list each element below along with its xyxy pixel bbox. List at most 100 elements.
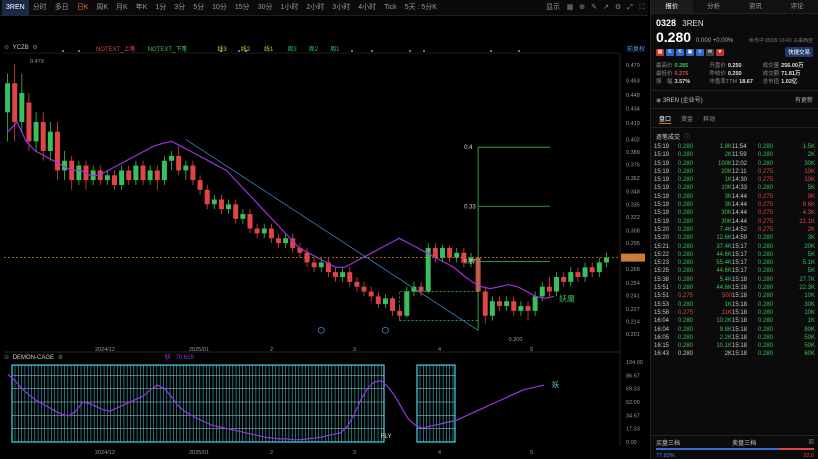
favorite-icon[interactable]: ♥ — [716, 48, 724, 56]
detail-tabs: 盘口 资金 异动 — [651, 109, 818, 128]
stat-value: 3.57% — [674, 79, 691, 85]
period-option[interactable]: 2小时 — [302, 0, 328, 16]
tick-cell: 0.280 — [758, 334, 774, 341]
quote-stat: 成交量 256.00万 — [763, 62, 813, 70]
link-icon[interactable]: ⊕ — [576, 0, 588, 16]
market-status: 休市中 05/09 16:43 马来西亚 — [748, 38, 813, 44]
tab-analysis[interactable]: 分析 — [693, 0, 735, 13]
tick-cell: 10K — [804, 168, 815, 175]
period-option[interactable]: 30分 — [254, 0, 277, 16]
tick-row: 16:15 0.280 10.1K 15:18 0.280 50K — [654, 342, 815, 350]
expand-icon[interactable]: ⤢ — [624, 0, 636, 16]
tick-cell: 0.280 — [678, 285, 694, 292]
period-option[interactable]: 1小时 — [276, 0, 302, 16]
tick-cell: 20K — [721, 168, 732, 175]
tick-cell: 0.275 — [758, 177, 774, 184]
tick-cell: 0.280 — [678, 276, 694, 283]
tick-cell: 30K — [721, 218, 732, 225]
tick-cell: 0.280 — [678, 202, 694, 209]
fullscreen-icon[interactable]: ⛶ — [636, 0, 648, 16]
legend-item[interactable]: NOTEXT_上笔 — [96, 47, 136, 53]
candle-body — [211, 199, 217, 205]
tab-quote[interactable]: 报价 — [651, 0, 693, 13]
alert-icon[interactable]: ✉ — [706, 48, 714, 56]
info-icon[interactable]: ⓘ — [684, 135, 690, 141]
period-option[interactable]: 年K — [132, 0, 152, 16]
y-tick-label: 0.335 — [626, 202, 640, 208]
sub-y-tick-label: 34.67 — [626, 413, 640, 419]
tick-row: 15:51 0.280 44.6K 15:18 0.280 22.3K — [654, 284, 815, 292]
legend-item[interactable]: 周1 — [330, 47, 339, 53]
tick-cell: 15:53 — [654, 301, 670, 308]
candle-body — [76, 165, 82, 181]
legend-item[interactable]: 线1 — [264, 47, 273, 53]
annotation-label: 妖魔 — [559, 293, 575, 303]
company-row[interactable]: ◉ 3REN (企业号) 有更新 — [651, 90, 818, 109]
period-option[interactable]: 1分 — [151, 0, 170, 16]
tab-capital[interactable]: 资金 — [681, 114, 693, 124]
tick-cell: 0.275 — [678, 309, 694, 316]
tick-cell: 0.280 — [678, 226, 694, 233]
period-option[interactable]: 分时 — [29, 0, 51, 16]
symbol-selector[interactable]: 3REN — [2, 0, 29, 16]
legend-item[interactable]: 线2 — [241, 47, 250, 53]
chart-canvas[interactable]: 0.4790.4630.4480.4340.4190.4020.3890.376… — [0, 17, 648, 459]
sell-side-label: 卖盘三档 — [732, 441, 757, 447]
tag-image-icon[interactable]: ▣ — [686, 48, 694, 56]
tab-comments[interactable]: 评论 — [776, 0, 818, 13]
chart-area[interactable]: 0.479 0.463 0.448 0.434 0.419 0.402 0.389 0.376… — [0, 17, 648, 459]
grid-icon[interactable]: ▦ — [564, 0, 576, 16]
trade-tick-list[interactable]: 15:19 0.280 1.9K 11:54 0.280 1.5K 15:19 0.280 2K… — [651, 143, 818, 359]
x-axis-label: 3 — [353, 347, 356, 353]
period-option[interactable]: 4小时 — [354, 0, 380, 16]
sub-indicator-name[interactable]: DEMON-CAGE — [13, 355, 54, 361]
quick-trade-button[interactable]: 快捷交易 — [784, 47, 813, 57]
display-dropdown[interactable]: 显示 — [542, 0, 564, 16]
tick-cell: 0.280 — [678, 268, 694, 275]
tag-k2-icon[interactable]: K — [676, 48, 684, 56]
period-option[interactable]: 月K — [112, 0, 132, 16]
period-option[interactable]: 15分 — [231, 0, 254, 16]
period-option[interactable]: 5分 — [189, 0, 208, 16]
tab-news[interactable]: 资讯 — [735, 0, 777, 13]
indicator-settings-icon[interactable]: ⚙ — [32, 45, 37, 51]
legend-item[interactable]: NOTEXT_下笔 — [148, 47, 188, 53]
tick-row: 15:20 0.280 12.6K 14:59 0.280 3K — [654, 234, 815, 242]
period-option[interactable]: 5天 : 5分K — [401, 0, 441, 16]
edit-icon[interactable]: ✎ — [588, 0, 600, 16]
tick-cell: 10.2K — [716, 318, 732, 325]
legend-item[interactable]: 周2 — [309, 47, 318, 53]
tick-cell: 11:54 — [732, 144, 747, 150]
tag-k-icon[interactable]: K — [666, 48, 674, 56]
adjust-mode-button[interactable]: 前复权 — [627, 44, 645, 53]
collapse-icon[interactable]: ⊖ — [4, 45, 9, 51]
tick-cell: 5K — [807, 268, 815, 275]
company-more-link[interactable]: 有更新 — [795, 95, 813, 104]
period-option[interactable]: 3分 — [170, 0, 189, 16]
main-indicator-name[interactable]: YCZB — [13, 45, 29, 51]
settings-icon[interactable]: ⚙ — [612, 0, 624, 16]
stat-label: 成交量 — [762, 63, 780, 69]
legend-item[interactable]: 线3 — [217, 47, 226, 53]
period-option[interactable]: 周K — [92, 0, 112, 16]
collapse-sub-icon[interactable]: ⊖ — [4, 355, 9, 361]
legend-item[interactable]: 周3 — [287, 47, 296, 53]
tick-cell: 0.280 — [758, 235, 774, 242]
order-flow-bar: 买盘三档 卖盘三档 ▥ 77.93% 22.0 — [651, 435, 818, 459]
period-option[interactable]: 10分 — [208, 0, 231, 16]
tab-movements[interactable]: 异动 — [703, 114, 715, 124]
tick-cell: 15:23 — [654, 260, 670, 267]
tab-order-book[interactable]: 盘口 — [659, 114, 672, 124]
period-option[interactable]: 日K — [73, 0, 93, 16]
bar-chart-icon[interactable]: ▥ — [808, 438, 814, 447]
candle-body — [511, 301, 517, 311]
period-option[interactable]: Tick — [380, 0, 401, 16]
stat-value: 0.275 — [674, 71, 689, 77]
period-option[interactable]: 多日 — [51, 0, 73, 16]
share-icon[interactable]: ↗ — [600, 0, 612, 16]
tick-row: 15:21 0.280 37.4K 15:17 0.280 20K — [654, 243, 815, 251]
tick-cell: 15:51 — [654, 285, 670, 292]
tag-list-icon[interactable]: ≡ — [696, 48, 704, 56]
period-option[interactable]: 3小时 — [328, 0, 354, 16]
sub-indicator-settings-icon[interactable]: ⚙ — [58, 355, 63, 361]
